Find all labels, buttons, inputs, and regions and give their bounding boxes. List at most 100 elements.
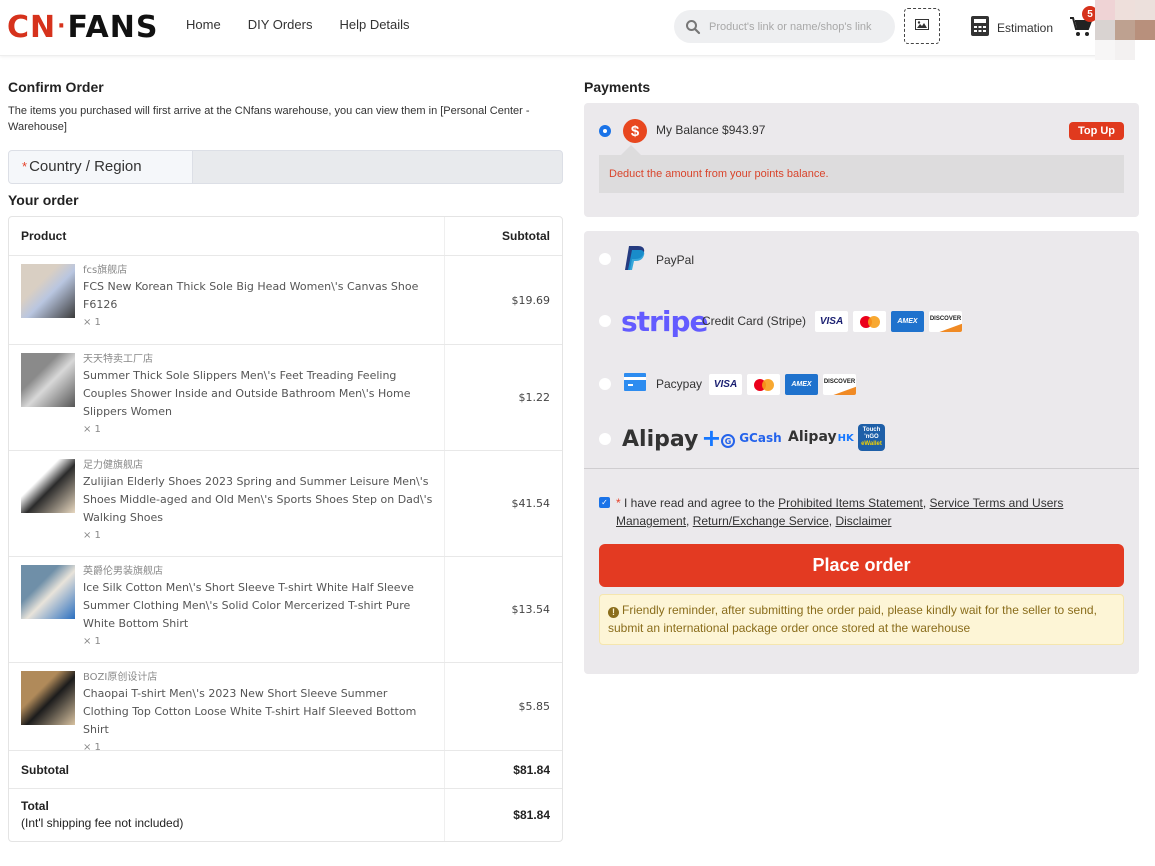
shop-name[interactable]: 足力健旗舰店 bbox=[83, 459, 433, 473]
logo-cn: CN bbox=[7, 10, 57, 45]
product-column-header: Product bbox=[21, 229, 67, 243]
country-region-select[interactable]: * Country / Region bbox=[8, 150, 563, 184]
alipay-plus-logo: Alipay + bbox=[622, 424, 722, 452]
discover-icon: DISCOVER bbox=[929, 311, 962, 332]
order-table: Product Subtotal fcs旗舰店 FCS New Korean T… bbox=[8, 216, 563, 842]
paypal-label: PayPal bbox=[656, 253, 695, 267]
total-value: $81.84 bbox=[444, 789, 562, 841]
table-row: 天天特卖工厂店 Summer Thick Sole Slippers Men\'… bbox=[9, 345, 562, 451]
product-name[interactable]: Summer Thick Sole Slippers Men\'s Feet T… bbox=[83, 367, 433, 421]
estimation-button[interactable]: Estimation bbox=[971, 16, 1053, 39]
top-up-button[interactable]: Top Up bbox=[1069, 122, 1124, 140]
payment-method-alipay[interactable]: Alipay + G GCash AlipayHK Touch'nGO eWalle… bbox=[584, 419, 1139, 459]
required-mark: * bbox=[22, 159, 28, 174]
return-exchange-link[interactable]: Return/Exchange Service bbox=[693, 514, 829, 528]
visa-icon: VISA bbox=[815, 311, 848, 332]
mastercard-icon bbox=[853, 311, 886, 332]
nav-help-details[interactable]: Help Details bbox=[339, 17, 409, 32]
dollar-icon: $ bbox=[623, 119, 647, 143]
balance-label: My Balance $943.97 bbox=[656, 123, 766, 137]
prohibited-items-link[interactable]: Prohibited Items Statement bbox=[778, 496, 923, 510]
pacypay-radio[interactable] bbox=[599, 378, 611, 390]
alipay-radio[interactable] bbox=[599, 433, 611, 445]
cnfans-logo[interactable]: CN·FANS bbox=[7, 10, 158, 45]
stripe-logo: stripe bbox=[621, 305, 708, 338]
logo-dot: · bbox=[57, 14, 67, 39]
top-header: CN·FANS Home DIY Orders Help Details Est… bbox=[0, 0, 1155, 60]
image-search-button[interactable] bbox=[904, 8, 940, 44]
shop-name[interactable]: BOZI原创设计店 bbox=[83, 671, 433, 685]
product-name[interactable]: Ice Silk Cotton Men\'s Short Sleeve T-sh… bbox=[83, 579, 433, 633]
paypal-icon bbox=[624, 245, 646, 276]
warning-icon: ! bbox=[608, 606, 619, 618]
terms-agreement: ✓ * I have read and agree to the Prohibi… bbox=[599, 494, 1119, 530]
product-thumbnail[interactable] bbox=[21, 671, 75, 725]
balance-payment-option: $ My Balance $943.97 Top Up Deduct the a… bbox=[584, 103, 1139, 217]
calculator-icon bbox=[971, 16, 989, 39]
gcash-logo: G GCash bbox=[721, 431, 782, 448]
payment-methods: PayPal stripe Credit Card (Stripe) VISA … bbox=[584, 231, 1139, 674]
product-thumbnail[interactable] bbox=[21, 353, 75, 407]
search-icon[interactable] bbox=[685, 19, 701, 35]
product-quantity: × 1 bbox=[83, 317, 101, 328]
shop-name[interactable]: fcs旗舰店 bbox=[83, 264, 433, 278]
product-name[interactable]: Chaopai T-shirt Men\'s 2023 New Short Sl… bbox=[83, 685, 433, 739]
balance-radio[interactable] bbox=[599, 125, 611, 137]
place-order-button[interactable]: Place order bbox=[599, 544, 1124, 587]
payment-method-stripe[interactable]: stripe Credit Card (Stripe) VISA AMEX DI… bbox=[584, 301, 1139, 341]
main-nav: Home DIY Orders Help Details bbox=[186, 17, 410, 32]
product-quantity: × 1 bbox=[83, 636, 101, 647]
touch-n-go-logo: Touch'nGO eWallet bbox=[858, 424, 885, 451]
warehouse-notice: The items you purchased will first arriv… bbox=[8, 105, 530, 133]
payment-method-pacypay[interactable]: Pacypay VISA AMEX DISCOVER bbox=[584, 364, 1139, 404]
cart-icon bbox=[1069, 17, 1093, 43]
product-price: $13.54 bbox=[444, 557, 562, 662]
product-quantity: × 1 bbox=[83, 424, 101, 435]
confirm-order-title: Confirm Order bbox=[8, 79, 104, 95]
search-bar bbox=[674, 10, 895, 43]
paypal-radio[interactable] bbox=[599, 253, 611, 265]
table-row: 足力健旗舰店 Zulijian Elderly Shoes 2023 Sprin… bbox=[9, 451, 562, 557]
product-name[interactable]: FCS New Korean Thick Sole Big Head Women… bbox=[83, 278, 433, 314]
amex-icon: AMEX bbox=[891, 311, 924, 332]
estimation-label: Estimation bbox=[997, 20, 1054, 35]
product-price: $5.85 bbox=[444, 663, 562, 750]
agree-text: I have read and agree to the bbox=[620, 496, 779, 510]
pacypay-card-badges: VISA AMEX DISCOVER bbox=[709, 374, 856, 395]
user-avatar[interactable] bbox=[1095, 0, 1155, 60]
your-order-title: Your order bbox=[8, 192, 79, 208]
table-row: fcs旗舰店 FCS New Korean Thick Sole Big Hea… bbox=[9, 256, 562, 345]
shop-name[interactable]: 天天特卖工厂店 bbox=[83, 353, 433, 367]
search-input[interactable] bbox=[709, 20, 889, 33]
stripe-radio[interactable] bbox=[599, 315, 611, 327]
product-thumbnail[interactable] bbox=[21, 459, 75, 513]
payment-method-paypal[interactable]: PayPal bbox=[584, 239, 1139, 279]
shipping-note: (Int'l shipping fee not included) bbox=[21, 816, 184, 830]
product-thumbnail[interactable] bbox=[21, 565, 75, 619]
subtotal-value: $81.84 bbox=[444, 751, 562, 788]
alipay-hk-logo: AlipayHK bbox=[788, 429, 854, 445]
product-quantity: × 1 bbox=[83, 530, 101, 541]
discover-icon: DISCOVER bbox=[823, 374, 856, 395]
product-price: $19.69 bbox=[444, 256, 562, 344]
stripe-card-badges: VISA AMEX DISCOVER bbox=[815, 311, 962, 332]
agree-checkbox[interactable]: ✓ bbox=[599, 497, 610, 508]
nav-diy-orders[interactable]: DIY Orders bbox=[248, 17, 313, 32]
subtotal-row: Subtotal $81.84 bbox=[9, 751, 562, 789]
nav-home[interactable]: Home bbox=[186, 17, 221, 32]
balance-deduct-note: Deduct the amount from your points balan… bbox=[599, 145, 1124, 193]
shop-name[interactable]: 英爵伦男装旗舰店 bbox=[83, 565, 433, 579]
amex-icon: AMEX bbox=[785, 374, 818, 395]
divider bbox=[584, 468, 1139, 469]
visa-icon: VISA bbox=[709, 374, 742, 395]
product-thumbnail[interactable] bbox=[21, 264, 75, 318]
image-icon bbox=[915, 17, 929, 35]
card-icon bbox=[624, 373, 646, 396]
product-price: $1.22 bbox=[444, 345, 562, 450]
mastercard-icon bbox=[747, 374, 780, 395]
country-label-text: Country / Region bbox=[29, 158, 142, 175]
friendly-reminder: ! Friendly reminder, after submitting the… bbox=[599, 594, 1124, 645]
subtotal-column-header: Subtotal bbox=[444, 217, 562, 255]
product-name[interactable]: Zulijian Elderly Shoes 2023 Spring and S… bbox=[83, 473, 433, 527]
disclaimer-link[interactable]: Disclaimer bbox=[835, 514, 891, 528]
